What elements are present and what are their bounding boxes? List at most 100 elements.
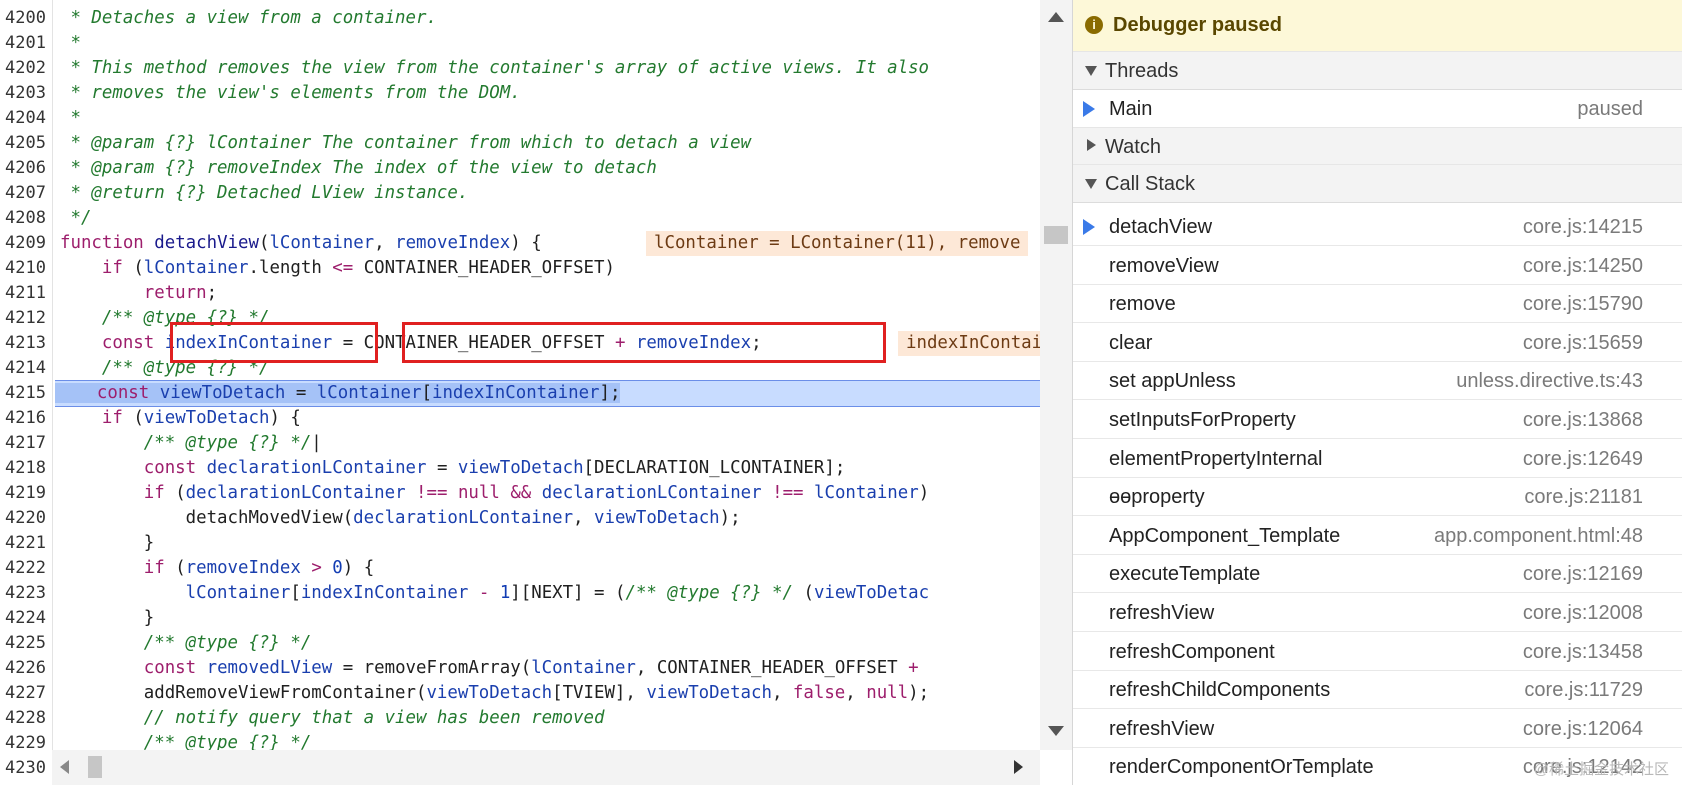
code-line: /** @type {?} */ <box>143 633 312 653</box>
info-icon: i <box>1085 16 1103 34</box>
scroll-left-icon[interactable] <box>60 760 69 774</box>
code-line: */ <box>60 208 92 228</box>
vertical-scroll-thumb[interactable] <box>1044 226 1068 244</box>
frame-location-link[interactable]: app.component.html:48 <box>1434 525 1643 548</box>
code-line: } <box>60 608 155 628</box>
frame-location-link[interactable]: core.js:12064 <box>1523 718 1643 741</box>
call-stack-frame[interactable]: setInputsForProperty core.js:13868 <box>1073 401 1682 439</box>
frame-function-name: detachView <box>1109 216 1213 238</box>
code-line: if (viewToDetach) { <box>101 408 301 428</box>
code-line: function detachView(lContainer, removeIn… <box>60 233 542 253</box>
code-line: const declarationLContainer = viewToDeta… <box>143 458 846 478</box>
threads-section-header[interactable]: Threads <box>1073 51 1682 90</box>
code-line: return; <box>143 283 218 303</box>
frame-location-link[interactable]: core.js:12169 <box>1523 563 1643 586</box>
current-frame-arrow-icon <box>1083 219 1095 235</box>
call-stack-frame[interactable]: remove core.js:15790 <box>1073 285 1682 324</box>
code-line: if (lContainer.length <= CONTAINER_HEADE… <box>101 258 615 278</box>
line-number[interactable]: 4230 <box>0 756 46 781</box>
code-line: * <box>60 33 81 53</box>
debugger-paused-banner: i Debugger paused <box>1073 0 1682 52</box>
current-execution-line: const viewToDetach = lContainer[indexInC… <box>55 380 1040 407</box>
frame-function-name: executeTemplate <box>1109 563 1261 586</box>
scroll-down-icon[interactable] <box>1048 726 1064 736</box>
horizontal-scrollbar[interactable] <box>52 750 1040 785</box>
paused-label: Debugger paused <box>1113 14 1282 36</box>
expanded-triangle-icon <box>1085 179 1097 189</box>
code-area[interactable]: * Detaches a view from a container. * * … <box>0 0 1040 750</box>
watch-label: Watch <box>1105 136 1161 158</box>
code-line: * This method removes the view from the … <box>60 58 930 78</box>
code-line: } <box>60 533 155 553</box>
expanded-triangle-icon <box>1085 66 1097 76</box>
frame-location-link[interactable]: core.js:12649 <box>1523 448 1643 471</box>
frame-function-name: remove <box>1109 293 1176 316</box>
code-line: /** @type {?} */ <box>143 733 312 750</box>
scroll-right-icon[interactable] <box>1014 760 1023 774</box>
code-line: addRemoveViewFromContainer(viewToDetach[… <box>60 683 930 703</box>
frame-location-link[interactable]: core.js:13868 <box>1523 409 1643 432</box>
frame-function-name: refreshView <box>1109 602 1215 624</box>
current-thread-arrow-icon <box>1083 101 1095 117</box>
threads-label: Threads <box>1105 60 1179 82</box>
collapsed-triangle-icon <box>1087 139 1096 151</box>
call-stack-section-header[interactable]: Call Stack <box>1073 164 1682 203</box>
code-line: // notify query that a view has been rem… <box>143 708 605 728</box>
call-stack-frame[interactable]: refreshView core.js:12064 <box>1073 710 1682 748</box>
watermark: @稀土掘金技术社区 <box>1533 761 1669 778</box>
call-stack-label: Call Stack <box>1105 173 1196 195</box>
horizontal-scroll-thumb[interactable] <box>88 756 102 778</box>
code-line: if (removeIndex > 0) { <box>143 558 375 578</box>
call-stack-frame[interactable]: refreshView core.js:12008 <box>1073 594 1682 632</box>
frame-function-name: removeView <box>1109 254 1219 277</box>
call-stack-frame[interactable]: removeView core.js:14250 <box>1073 247 1682 285</box>
frame-function-name: elementPropertyInternal <box>1109 447 1323 470</box>
annotation-box-index-in-container <box>170 322 378 363</box>
inline-variable-value: lContainer = LContainer(11), remove <box>646 231 1029 256</box>
call-stack-frame[interactable]: refreshComponent core.js:13458 <box>1073 633 1682 671</box>
thread-status: paused <box>1577 98 1643 120</box>
source-editor[interactable]: 4200 4201 4202 4203 4204 4205 4206 4207 4208 4209… <box>0 0 1072 785</box>
frame-function-name: renderComponentOrTemplate <box>1109 756 1374 779</box>
code-line: * @return {?} Detached LView instance. <box>60 183 469 203</box>
thread-row-main[interactable]: Main paused <box>1073 90 1682 128</box>
frame-location-link[interactable]: unless.directive.ts:43 <box>1456 370 1643 393</box>
watch-section-header[interactable]: Watch <box>1073 127 1682 166</box>
code-line: /** @type {?} */| <box>143 433 322 453</box>
code-line: lContainer[indexInContainer - 1][NEXT] =… <box>185 583 930 603</box>
frame-function-name: refreshChildComponents <box>1109 679 1331 702</box>
code-line: * Detaches a view from a container. <box>60 8 437 28</box>
call-stack-frame[interactable]: executeTemplate core.js:12169 <box>1073 555 1682 594</box>
frame-function-name: clear <box>1109 331 1153 354</box>
code-line: const removedLView = removeFromArray(lCo… <box>143 658 919 678</box>
frame-location-link[interactable]: core.js:15659 <box>1523 332 1643 355</box>
call-stack-frame[interactable]: refreshChildComponents core.js:11729 <box>1073 671 1682 710</box>
call-stack-frame[interactable]: clear core.js:15659 <box>1073 324 1682 362</box>
frame-location-link[interactable]: core.js:14250 <box>1523 255 1643 278</box>
code-line: * @param {?} removeIndex The index of th… <box>60 158 657 178</box>
debugger-panel: i Debugger paused Threads Main paused Wa… <box>1072 0 1682 785</box>
call-stack-frame[interactable]: AppComponent_Template app.component.html:… <box>1073 517 1682 555</box>
code-line: * @param {?} lContainer The container fr… <box>60 133 752 153</box>
frame-location-link[interactable]: core.js:15790 <box>1523 293 1643 316</box>
thread-name: Main <box>1109 98 1153 120</box>
vertical-scrollbar[interactable] <box>1040 0 1072 750</box>
frame-location-link[interactable]: core.js:11729 <box>1524 679 1643 702</box>
frame-location-link[interactable]: core.js:14215 <box>1523 216 1643 239</box>
frame-function-name: ɵɵproperty <box>1109 486 1205 509</box>
frame-function-name: setInputsForProperty <box>1109 409 1296 431</box>
code-line: detachMovedView(declarationLContainer, v… <box>60 508 741 528</box>
frame-location-link[interactable]: core.js:21181 <box>1524 486 1643 509</box>
frame-location-link[interactable]: core.js:12008 <box>1523 602 1643 625</box>
call-stack-frame[interactable]: ɵɵproperty core.js:21181 <box>1073 478 1682 517</box>
annotation-box-expression <box>402 322 886 363</box>
code-line: * removes the view's elements from the D… <box>60 83 521 103</box>
scroll-up-icon[interactable] <box>1048 12 1064 22</box>
call-stack-frame[interactable]: detachView core.js:14215 <box>1073 208 1682 246</box>
code-line: if (declarationLContainer !== null && de… <box>143 483 930 503</box>
frame-function-name: refreshComponent <box>1109 640 1275 663</box>
call-stack-frame[interactable]: elementPropertyInternal core.js:12649 <box>1073 440 1682 478</box>
call-stack-frame[interactable]: set appUnless unless.directive.ts:43 <box>1073 362 1682 401</box>
frame-location-link[interactable]: core.js:13458 <box>1523 641 1643 664</box>
frame-function-name: set appUnless <box>1109 370 1236 393</box>
